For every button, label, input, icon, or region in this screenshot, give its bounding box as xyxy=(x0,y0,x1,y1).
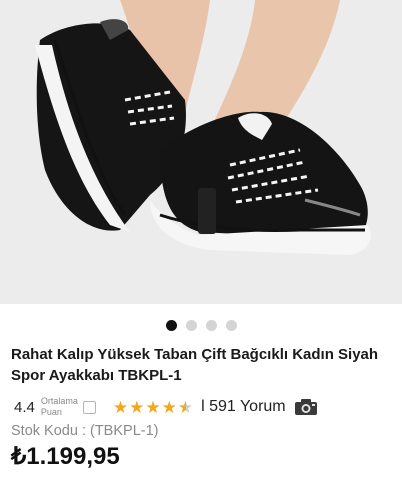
gallery-dot-3[interactable] xyxy=(205,320,217,331)
star-icon: ★ xyxy=(145,397,161,417)
rating-row: 4.4 Ortalama Puan ★ ★ ★ ★ ★ l 591 Yorum xyxy=(14,394,394,420)
stock-code: Stok Kodu : (TBKPL-1) xyxy=(11,423,159,439)
rating-value: 4.4 xyxy=(14,398,35,416)
gallery-dot-4[interactable] xyxy=(225,320,237,331)
reviews-link[interactable]: l 591 Yorum xyxy=(201,398,286,416)
product-image[interactable] xyxy=(0,0,402,304)
product-title: Rahat Kalıp Yüksek Taban Çift Bağcıklı K… xyxy=(11,346,379,384)
star-icon: ★ xyxy=(129,397,145,417)
gallery-dot-1[interactable] xyxy=(165,320,177,331)
product-price: ₺1.199,95 xyxy=(11,443,120,470)
gallery-pagination xyxy=(0,320,402,331)
star-icon: ★ xyxy=(112,397,129,417)
camera-icon[interactable] xyxy=(294,398,318,416)
gallery-dot-2[interactable] xyxy=(185,320,197,331)
rating-caption: Ortalama Puan xyxy=(40,396,78,417)
star-half-icon: ★ xyxy=(177,397,194,417)
sneaker-photo xyxy=(0,0,402,304)
star-icon: ★ xyxy=(161,397,177,417)
rating-stars[interactable]: ★ ★ ★ ★ ★ xyxy=(113,399,193,416)
checkbox-icon[interactable] xyxy=(82,400,96,414)
